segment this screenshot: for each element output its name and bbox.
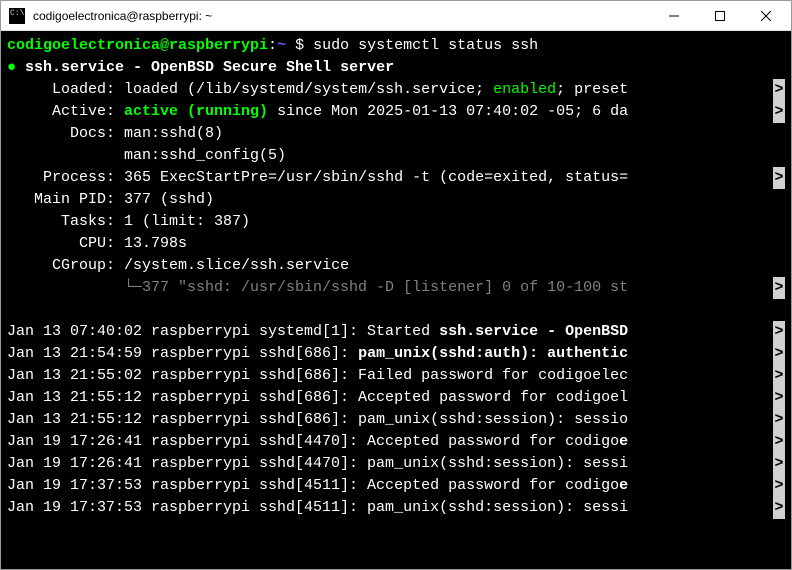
docs-line-2: man:sshd_config(5) bbox=[7, 145, 785, 167]
log-line: Jan 13 21:55:02 raspberrypi sshd[686]: F… bbox=[7, 365, 785, 387]
log-line: Jan 13 21:55:12 raspberrypi sshd[686]: A… bbox=[7, 387, 785, 409]
cgroup-child-line: └─377 "sshd: /usr/sbin/sshd -D [listener… bbox=[7, 277, 785, 299]
close-icon bbox=[761, 11, 771, 21]
scroll-right-icon[interactable]: > bbox=[773, 79, 785, 101]
status-dot-icon: ● bbox=[7, 59, 25, 76]
blank-line bbox=[7, 299, 785, 321]
service-header: ● ssh.service - OpenBSD Secure Shell ser… bbox=[7, 57, 785, 79]
log-line: Jan 19 17:37:53 raspberrypi sshd[4511]: … bbox=[7, 475, 785, 497]
command-text: sudo systemctl status ssh bbox=[313, 37, 538, 54]
terminal-icon bbox=[9, 8, 25, 24]
active-status: active (running) bbox=[115, 103, 268, 120]
terminal-body[interactable]: codigoelectronica@raspberrypi:~ $ sudo s… bbox=[1, 31, 791, 569]
title-bar[interactable]: codigoelectronica@raspberrypi: ~ bbox=[1, 1, 791, 31]
active-line: Active: active (running) since Mon 2025-… bbox=[7, 101, 785, 123]
cpu-line: CPU: 13.798s bbox=[7, 233, 785, 255]
minimize-button[interactable] bbox=[651, 1, 697, 31]
log-line: Jan 19 17:26:41 raspberrypi sshd[4470]: … bbox=[7, 453, 785, 475]
prompt-sigil: $ bbox=[286, 37, 313, 54]
scroll-right-icon[interactable]: > bbox=[773, 167, 785, 189]
process-line: Process: 365 ExecStartPre=/usr/sbin/sshd… bbox=[7, 167, 785, 189]
log-line: Jan 19 17:26:41 raspberrypi sshd[4470]: … bbox=[7, 431, 785, 453]
loaded-line: Loaded: loaded (/lib/systemd/system/ssh.… bbox=[7, 79, 785, 101]
maximize-icon bbox=[715, 11, 725, 21]
prompt-line: codigoelectronica@raspberrypi:~ $ sudo s… bbox=[7, 35, 785, 57]
log-line: Jan 13 21:54:59 raspberrypi sshd[686]: p… bbox=[7, 343, 785, 365]
close-button[interactable] bbox=[743, 1, 789, 31]
log-line: Jan 13 07:40:02 raspberrypi systemd[1]: … bbox=[7, 321, 785, 343]
minimize-icon bbox=[669, 11, 679, 21]
scroll-right-icon[interactable]: > bbox=[773, 365, 785, 387]
scroll-right-icon[interactable]: > bbox=[773, 475, 785, 497]
scroll-right-icon[interactable]: > bbox=[773, 453, 785, 475]
scroll-right-icon[interactable]: > bbox=[773, 343, 785, 365]
log-line: Jan 13 21:55:12 raspberrypi sshd[686]: p… bbox=[7, 409, 785, 431]
window-controls bbox=[651, 1, 789, 31]
scroll-right-icon[interactable]: > bbox=[773, 321, 785, 343]
docs-line-1: Docs: man:sshd(8) bbox=[7, 123, 785, 145]
scroll-right-icon[interactable]: > bbox=[773, 497, 785, 519]
mainpid-line: Main PID: 377 (sshd) bbox=[7, 189, 785, 211]
prompt-path: ~ bbox=[277, 37, 286, 54]
tasks-line: Tasks: 1 (limit: 387) bbox=[7, 211, 785, 233]
scroll-right-icon[interactable]: > bbox=[773, 387, 785, 409]
app-window: codigoelectronica@raspberrypi: ~ codigoe… bbox=[0, 0, 792, 570]
scroll-right-icon[interactable]: > bbox=[773, 409, 785, 431]
prompt-user-host: codigoelectronica@raspberrypi bbox=[7, 37, 268, 54]
scroll-right-icon[interactable]: > bbox=[773, 277, 785, 299]
log-line: Jan 19 17:37:53 raspberrypi sshd[4511]: … bbox=[7, 497, 785, 519]
enabled-status: enabled bbox=[493, 81, 556, 98]
cgroup-line: CGroup: /system.slice/ssh.service bbox=[7, 255, 785, 277]
scroll-right-icon[interactable]: > bbox=[773, 101, 785, 123]
maximize-button[interactable] bbox=[697, 1, 743, 31]
scroll-right-icon[interactable]: > bbox=[773, 431, 785, 453]
window-title: codigoelectronica@raspberrypi: ~ bbox=[33, 9, 651, 23]
